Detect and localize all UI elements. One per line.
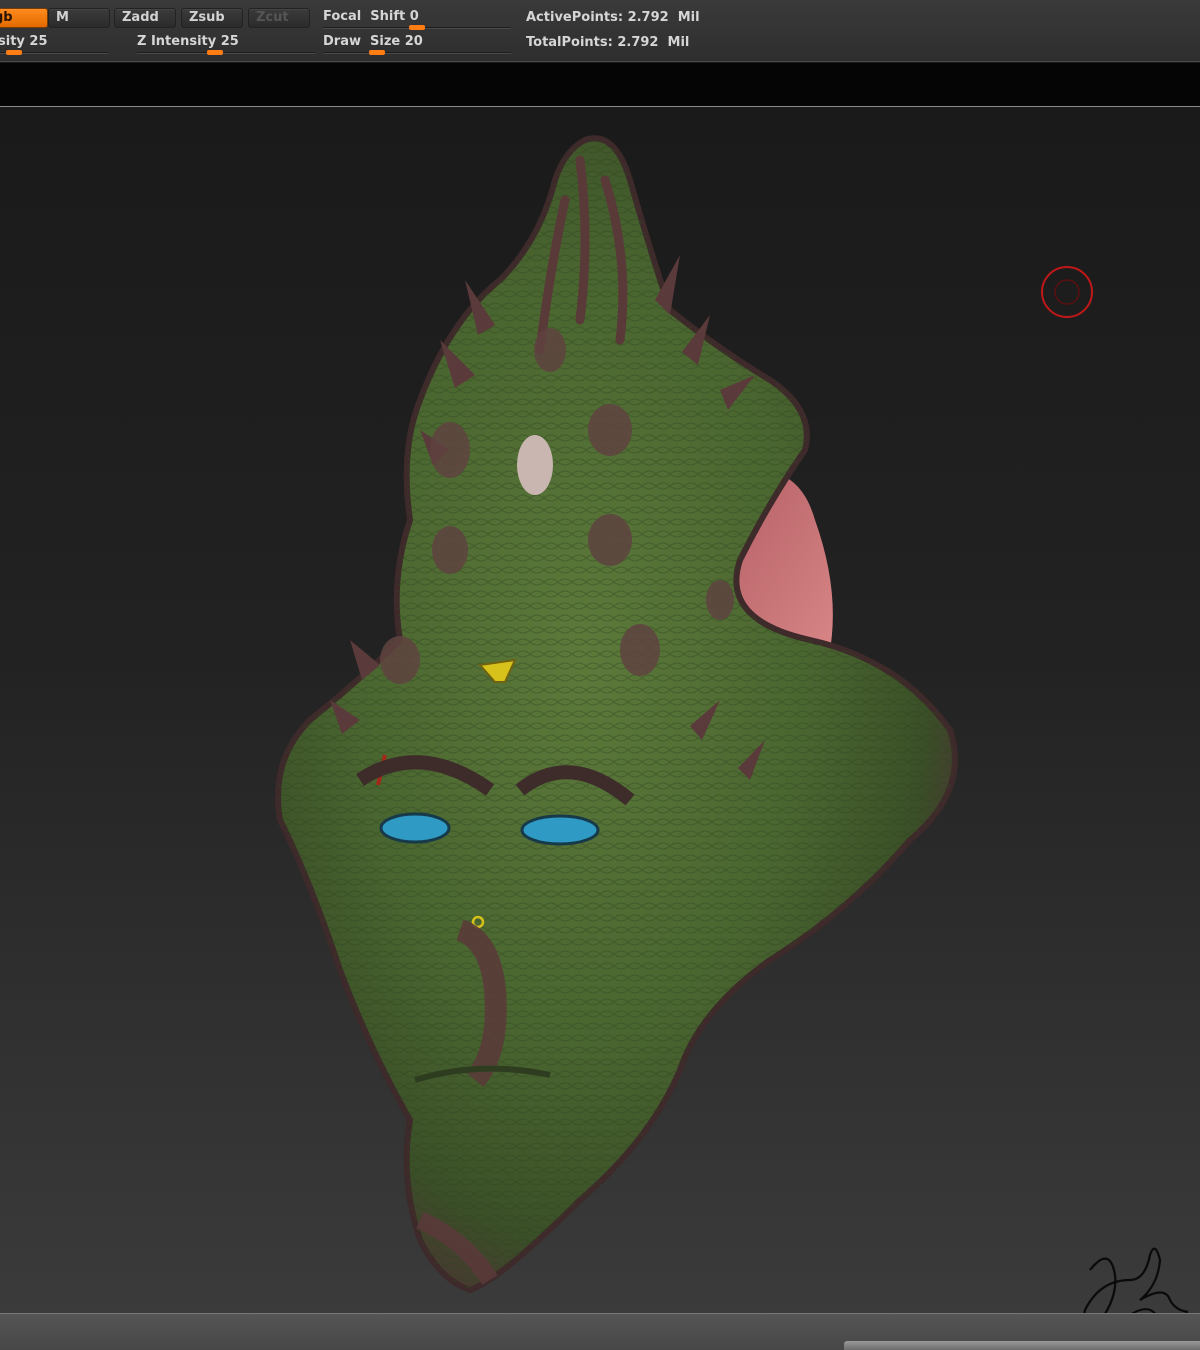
focal-shift-label: Focal Shift 0 <box>323 9 419 24</box>
total-points-readout: TotalPoints: 2.792 Mil <box>526 35 690 50</box>
draw-size-knob[interactable] <box>369 50 385 55</box>
draw-size-label: Draw Size 20 <box>323 34 423 49</box>
right-eye <box>520 814 600 846</box>
rgb-intensity-label: sity 25 <box>0 34 48 49</box>
rgb-intensity-slider[interactable]: sity 25 <box>0 34 108 56</box>
scale-texture <box>278 138 955 1290</box>
z-intensity-slider[interactable]: Z Intensity 25 <box>137 34 315 56</box>
zadd-button[interactable]: Zadd <box>114 8 176 28</box>
zsub-button[interactable]: Zsub <box>181 8 243 28</box>
draw-size-slider[interactable]: Draw Size 20 <box>323 34 511 56</box>
title-strip <box>0 63 1200 107</box>
m-button[interactable]: M <box>48 8 110 28</box>
forehead-mark <box>517 435 553 495</box>
rgb-button[interactable]: gb <box>0 8 48 28</box>
focal-shift-slider[interactable]: Focal Shift 0 <box>323 9 511 31</box>
active-points-readout: ActivePoints: 2.792 Mil <box>526 10 700 25</box>
z-intensity-track[interactable] <box>137 52 315 54</box>
creature-head-sculpt <box>275 135 958 1294</box>
draw-size-track[interactable] <box>323 52 511 54</box>
z-intensity-label: Z Intensity 25 <box>137 34 239 49</box>
z-intensity-knob[interactable] <box>207 50 223 55</box>
top-toolbar: gb M Zadd Zsub Zcut sity 25 Z Intensity … <box>0 0 1200 62</box>
left-eye <box>379 812 451 844</box>
zcut-button[interactable]: Zcut <box>248 8 310 28</box>
brush-cursor-icon <box>1041 266 1093 318</box>
bottom-tray-tab[interactable] <box>844 1341 1200 1350</box>
focal-shift-knob[interactable] <box>409 25 425 30</box>
rgb-intensity-knob[interactable] <box>6 50 22 55</box>
